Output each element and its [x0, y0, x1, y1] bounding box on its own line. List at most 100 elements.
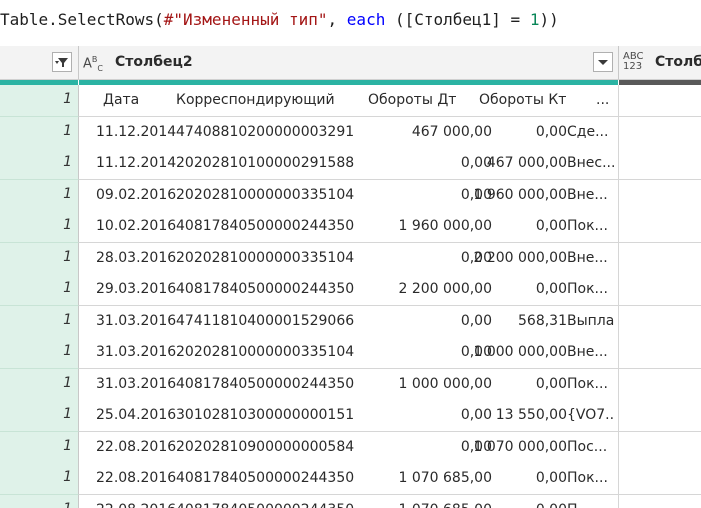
key-cell[interactable]: 1 [0, 337, 79, 369]
value-cell[interactable]: 31.03.2016 20202810000000335104 0,00 1 0… [79, 337, 619, 369]
cell-account: 40817840500000244350 [176, 218, 355, 234]
cell-description: П... [567, 502, 615, 508]
key-cell[interactable]: 1 [0, 274, 79, 306]
empty-cell[interactable] [619, 242, 701, 275]
key-cell[interactable]: 1 [0, 368, 79, 401]
value-cell[interactable]: 31.03.2016 47411810400001529066 0,00 568… [79, 305, 619, 338]
table-row[interactable]: 1 28.03.2016 20202810000000335104 0,00 2… [0, 242, 701, 275]
cell-date: Дата [103, 92, 140, 108]
empty-cell[interactable] [619, 337, 701, 369]
table-row[interactable]: 1 31.03.2016 47411810400001529066 0,00 5… [0, 305, 701, 338]
column-header-2[interactable]: ABC Столбец2 [79, 46, 619, 80]
column-2-dropdown-button[interactable] [593, 52, 613, 72]
cell-description: Пок... [567, 375, 608, 392]
cell-account: 20202810000000335104 [176, 249, 355, 266]
key-cell[interactable]: 1 [0, 242, 79, 275]
empty-cell[interactable] [619, 85, 701, 117]
key-value: 1 [63, 437, 72, 454]
cell-account: 47408810200000003291 [176, 123, 355, 140]
cell-account: 20202810900000000584 [176, 438, 355, 455]
table-row[interactable]: 1 22.08.2016 20202810900000000584 0,00 1… [0, 431, 701, 464]
key-cell[interactable]: 1 [0, 494, 79, 508]
cell-account: Корреспондирующий [176, 92, 335, 108]
cell-debit: Обороты Дт [368, 92, 457, 108]
key-cell[interactable]: 1 [0, 305, 79, 338]
value-cell[interactable]: 09.02.2016 20202810000000335104 0,00 1 9… [79, 179, 619, 212]
cell-account: 40817840500000244350 [176, 470, 355, 486]
cell-description: Сде... [567, 123, 609, 140]
text-type-icon: ABC [83, 55, 103, 73]
cell-description: Внес... [567, 155, 615, 171]
empty-cell[interactable] [619, 116, 701, 149]
cell-description: Пок... [567, 470, 608, 486]
cell-date: 22.08.2016 [96, 438, 177, 455]
cell-account: 20202810000000335104 [176, 344, 355, 360]
value-cell[interactable]: 11.12.2014 47408810200000003291 467 000,… [79, 116, 619, 149]
table-row[interactable]: 1 25.04.2016 30102810300000000151 0,00 1… [0, 400, 701, 432]
key-cell[interactable]: 1 [0, 400, 79, 432]
cell-account: 30102810300000000151 [176, 407, 355, 423]
key-cell[interactable]: 1 [0, 431, 79, 464]
value-cell[interactable]: 10.02.2016 40817840500000244350 1 960 00… [79, 211, 619, 243]
table-row[interactable]: 1 11.12.2014 47408810200000003291 467 00… [0, 116, 701, 149]
key-cell[interactable]: 1 [0, 148, 79, 180]
value-cell[interactable]: 22.08.2016 20202810900000000584 0,00 1 0… [79, 431, 619, 464]
value-cell[interactable]: 22.08.2016 40817840500000244350 1 070 68… [79, 494, 619, 508]
key-value: 1 [63, 217, 72, 233]
empty-cell[interactable] [619, 211, 701, 243]
empty-cell[interactable] [619, 179, 701, 212]
cell-date: 29.03.2016 [96, 281, 177, 297]
empty-cell[interactable] [619, 305, 701, 338]
value-cell[interactable]: 22.08.2016 40817840500000244350 1 070 68… [79, 463, 619, 495]
cell-account: 40817840500000244350 [176, 281, 355, 297]
key-cell[interactable]: 1 [0, 211, 79, 243]
table-row[interactable]: 1 22.08.2016 40817840500000244350 1 070 … [0, 494, 701, 508]
table-row[interactable]: 1 Дата Корреспондирующий Обороты Дт Обор… [0, 85, 701, 117]
filter-dropdown-button[interactable] [52, 52, 72, 72]
empty-cell[interactable] [619, 368, 701, 401]
key-cell[interactable]: 1 [0, 116, 79, 149]
column-2-name: Столбец2 [115, 54, 193, 70]
column-header-1[interactable] [0, 46, 79, 80]
column-header-3[interactable]: ABC 123 Столб [619, 46, 701, 80]
empty-cell[interactable] [619, 494, 701, 508]
table-row[interactable]: 1 10.02.2016 40817840500000244350 1 960 … [0, 211, 701, 243]
cell-date: 10.02.2016 [96, 218, 177, 234]
value-cell[interactable]: 11.12.2014 20202810100000291588 0,00 467… [79, 148, 619, 180]
key-value: 1 [63, 280, 72, 296]
cell-credit: 0,00 [535, 375, 567, 392]
empty-cell[interactable] [619, 400, 701, 432]
empty-cell[interactable] [619, 148, 701, 180]
empty-cell[interactable] [619, 274, 701, 306]
table-row[interactable]: 1 11.12.2014 20202810100000291588 0,00 4… [0, 148, 701, 180]
cell-credit: 0,00 [535, 123, 567, 140]
key-cell[interactable]: 1 [0, 179, 79, 212]
value-cell[interactable]: 29.03.2016 40817840500000244350 2 200 00… [79, 274, 619, 306]
formula-bar[interactable]: Table.SelectRows(#"Измененный тип", each… [0, 0, 701, 40]
cell-description: Пок... [567, 281, 608, 297]
table-row[interactable]: 1 29.03.2016 40817840500000244350 2 200 … [0, 274, 701, 306]
cell-date: 09.02.2016 [96, 186, 177, 203]
key-value: 1 [63, 185, 72, 202]
cell-credit: 0,00 [535, 281, 567, 297]
key-cell[interactable]: 1 [0, 463, 79, 495]
empty-cell[interactable] [619, 463, 701, 495]
data-grid: ABC Столбец2 ABC 123 Столб 1 Дата Корресп… [0, 46, 701, 508]
table-row[interactable]: 1 31.03.2016 20202810000000335104 0,00 1… [0, 337, 701, 369]
table-row[interactable]: 1 31.03.2016 40817840500000244350 1 000 … [0, 368, 701, 401]
table-row[interactable]: 1 09.02.2016 20202810000000335104 0,00 1… [0, 179, 701, 212]
key-value: 1 [63, 122, 72, 139]
cell-description: Выпла... [567, 312, 615, 329]
cell-description: Вне... [567, 249, 608, 266]
value-cell[interactable]: 25.04.2016 30102810300000000151 0,00 13 … [79, 400, 619, 432]
cell-credit: 467 000,00 [486, 155, 567, 171]
value-cell[interactable]: 31.03.2016 40817840500000244350 1 000 00… [79, 368, 619, 401]
value-cell[interactable]: Дата Корреспондирующий Обороты Дт Оборот… [79, 85, 619, 117]
table-row[interactable]: 1 22.08.2016 40817840500000244350 1 070 … [0, 463, 701, 495]
value-cell[interactable]: 28.03.2016 20202810000000335104 0,00 2 2… [79, 242, 619, 275]
cell-credit: 568,31 [518, 312, 567, 329]
key-cell[interactable]: 1 [0, 85, 79, 117]
empty-cell[interactable] [619, 431, 701, 464]
cell-date: 28.03.2016 [96, 249, 177, 266]
cell-date: 31.03.2016 [96, 344, 177, 360]
